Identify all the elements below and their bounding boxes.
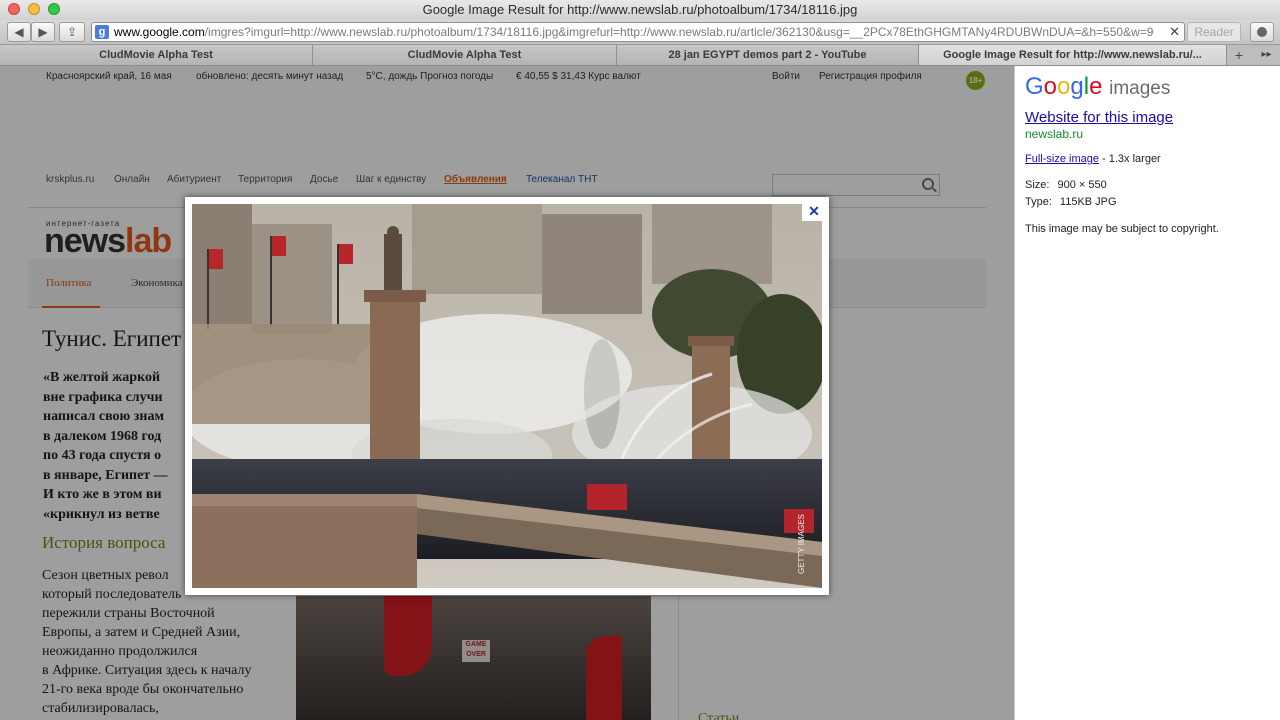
address-bar[interactable]: g www.google.com/imgres?imgurl=http://ww… (91, 22, 1185, 42)
back-arrow-icon: ◀ (14, 25, 24, 39)
egypt-protest-photo: GETTY IMAGES (192, 204, 822, 588)
image-preview-modal: GETTY IMAGES (185, 197, 829, 595)
browser-toolbar: ◀ ▶ ⇪ g www.google.com/imgres?imgurl=htt… (0, 20, 1280, 45)
image-watermark: GETTY IMAGES (797, 514, 806, 574)
share-icon: ⇪ (66, 25, 78, 39)
logo-images-word: images (1109, 78, 1171, 99)
clear-url-icon[interactable]: ✕ (1169, 23, 1180, 41)
full-size-image-link[interactable]: Full-size image (1025, 153, 1099, 165)
size-row: Size: 900 × 550 (1025, 179, 1107, 191)
full-size-ratio: - 1.3x larger (1102, 153, 1161, 165)
type-label: Type: (1025, 196, 1052, 208)
google-favicon-icon: g (95, 25, 109, 39)
website-for-image-link[interactable]: Website for this image (1025, 109, 1173, 126)
type-value: 115KB JPG (1059, 196, 1117, 208)
reader-button[interactable]: Reader (1187, 22, 1241, 42)
url-path: /imgres?imgurl=http://www.newslab.ru/pho… (204, 25, 1154, 39)
url-text[interactable]: www.google.com/imgres?imgurl=http://www.… (114, 25, 1154, 39)
share-button[interactable]: ⇪ (59, 22, 85, 42)
forward-arrow-icon: ▶ (38, 25, 48, 39)
downloads-icon[interactable] (1250, 22, 1274, 42)
url-host: www.google.com (114, 25, 205, 39)
logo-letter: g (1070, 73, 1084, 100)
window-titlebar: Google Image Result for http://www.newsl… (0, 0, 1280, 21)
back-button[interactable]: ◀ (7, 22, 31, 42)
tab-cludmovie-2[interactable]: CludMovie Alpha Test (313, 45, 617, 65)
size-value: 900 × 550 (1057, 179, 1107, 191)
forward-button[interactable]: ▶ (31, 22, 55, 42)
tab-google-image-result[interactable]: Google Image Result for http://www.newsl… (919, 45, 1227, 65)
logo-letter: o (1043, 73, 1058, 100)
source-domain: newslab.ru (1025, 127, 1084, 141)
tab-youtube-egypt[interactable]: 28 jan EGYPT demos part 2 - YouTube (617, 45, 919, 65)
size-label: Size: (1025, 179, 1050, 191)
preview-image[interactable]: GETTY IMAGES (192, 204, 822, 588)
google-images-panel: Google images Website for this image new… (1014, 66, 1280, 720)
logo-letter: G (1025, 73, 1044, 100)
logo-letter: o (1057, 73, 1071, 100)
close-modal-button[interactable]: ✕ (802, 201, 826, 221)
tab-cludmovie-1[interactable]: CludMovie Alpha Test (0, 45, 313, 65)
tab-bar: CludMovie Alpha Test CludMovie Alpha Tes… (0, 45, 1280, 66)
google-images-logo[interactable]: Google images (1025, 73, 1170, 101)
logo-letter: e (1089, 73, 1103, 100)
type-row: Type: 115KB JPG (1025, 196, 1117, 208)
tab-list-icon[interactable]: ▸▸ (1253, 45, 1280, 65)
copyright-notice: This image may be subject to copyright. (1025, 223, 1219, 235)
window-title: Google Image Result for http://www.newsl… (422, 2, 858, 17)
new-tab-icon[interactable]: + (1227, 45, 1251, 65)
full-size-row: Full-size image - 1.3x larger (1025, 153, 1161, 165)
